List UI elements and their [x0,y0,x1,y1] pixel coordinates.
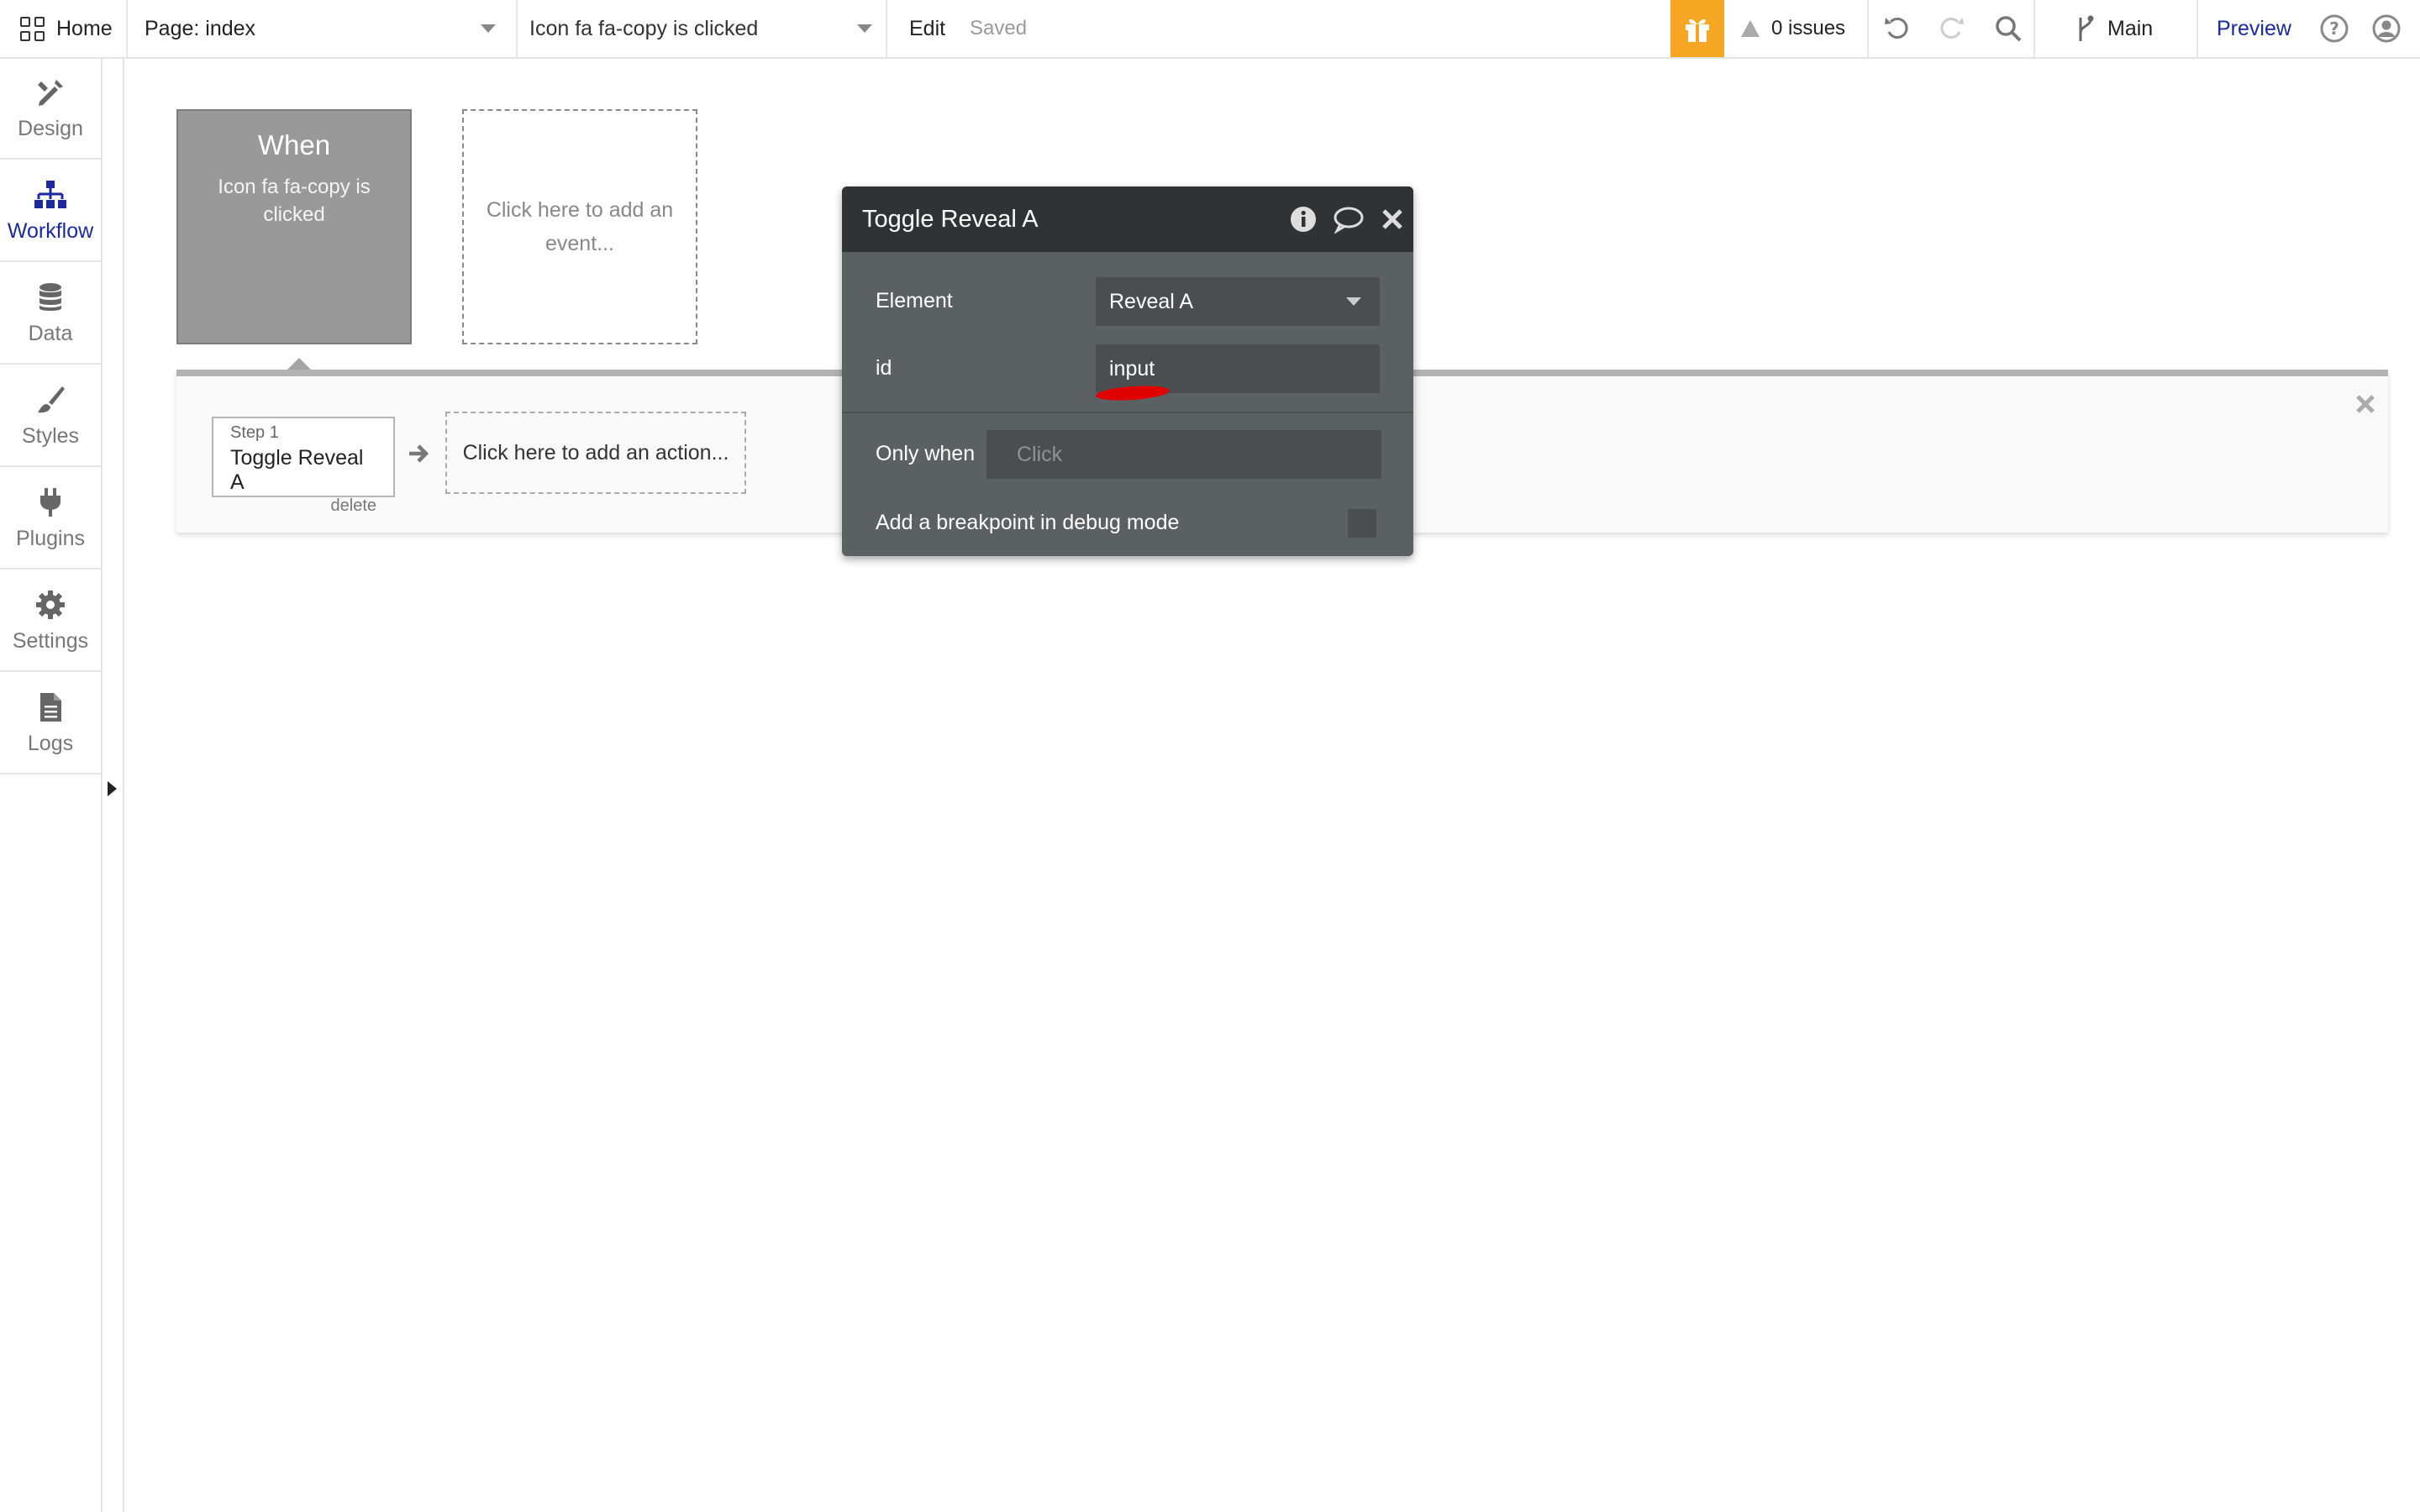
sidebar-item-label: Workflow [7,218,94,243]
issues-indicator[interactable]: 0 issues [1741,0,1845,57]
close-panel-button[interactable] [2353,391,2378,417]
sidebar-item-design[interactable]: Design [0,59,101,160]
warning-icon [1741,20,1760,37]
branch-selector[interactable]: Main [2074,0,2153,57]
element-dropdown-value: Reveal A [1109,289,1194,313]
divider [1867,0,1869,57]
save-status: Saved [970,17,1028,39]
divider [2033,0,2035,57]
event-selector-label: Icon fa fa-copy is clicked [529,16,759,40]
delete-step-link[interactable]: delete [230,496,377,516]
branch-label: Main [2107,16,2154,40]
sidebar-item-settings[interactable]: Settings [0,571,101,672]
workflow-icon [34,180,66,208]
divider [842,412,1413,413]
apps-grid-icon [20,16,45,41]
sidebar-item-styles[interactable]: Styles [0,366,101,467]
search-button[interactable] [1993,0,2023,57]
event-card-description: Icon fa fa-copy is clicked [218,176,371,226]
sidebar-item-label: Plugins [16,526,85,550]
design-icon [38,79,63,106]
edit-menu[interactable]: Edit [909,0,945,57]
branch-icon [2079,15,2094,41]
gear-icon [36,590,65,619]
comment-icon[interactable] [1333,205,1365,234]
gift-button[interactable] [1670,0,1724,57]
breakpoint-label: Add a breakpoint in debug mode [876,511,1180,534]
chevron-down-icon [1346,297,1361,306]
divider [123,59,124,1512]
event-card[interactable]: When Icon fa fa-copy is clicked [176,109,412,344]
close-icon[interactable] [1380,207,1405,232]
top-bar: Home Page: index Icon fa fa-copy is clic… [0,0,2420,59]
step-name: Toggle Reveal A [230,446,364,494]
editor-header[interactable]: Toggle Reveal A [842,186,1413,252]
sidebar-item-logs[interactable]: Logs [0,674,101,774]
editor-title: Toggle Reveal A [862,205,1039,233]
event-card-title: When [257,129,331,160]
only-when-placeholder: Click [1017,442,1063,466]
divider [126,0,128,57]
help-icon: ? [2320,14,2349,43]
undo-button[interactable] [1882,0,1912,57]
id-field-label: id [876,356,892,380]
page-selector[interactable]: Page: index [145,0,511,57]
sidebar-item-label: Styles [21,423,80,448]
left-sidebar: Design Workflow Data Styles Plugins Sett… [0,59,103,1512]
event-selector[interactable]: Icon fa fa-copy is clicked [529,0,872,57]
sidebar-item-data[interactable]: Data [0,264,101,365]
divider [2196,0,2198,57]
home-label: Home [56,16,113,40]
search-icon [1996,16,2022,42]
selected-event-pointer [287,358,311,370]
svg-text:?: ? [2329,18,2339,39]
sidebar-item-label: Design [18,116,83,140]
document-icon [40,692,61,722]
add-event-button[interactable]: Click here to add an event... [462,109,697,344]
only-when-label: Only when [876,442,976,465]
issues-label: 0 issues [1771,17,1846,39]
sidebar-item-workflow[interactable]: Workflow [0,161,101,262]
plug-icon [40,487,60,517]
breakpoint-checkbox[interactable] [1348,509,1376,538]
action-property-editor: Toggle Reveal A Element Reveal A id inpu… [842,186,1413,556]
arrow-right-icon [407,442,430,470]
sidebar-item-label: Logs [27,731,74,755]
only-when-input[interactable]: Click [986,430,1381,479]
id-input-value: input [1109,356,1155,381]
step-card[interactable]: Step 1 Toggle Reveal A delete [212,417,395,515]
close-icon [2356,395,2375,413]
redo-icon [1940,18,1964,39]
brush-icon [38,386,65,412]
add-action-button[interactable]: Click here to add an action... [445,412,746,494]
expand-panel-icon[interactable] [108,781,117,796]
divider [516,0,518,57]
redo-button[interactable] [1936,0,1966,57]
gift-icon [1686,18,1709,42]
chevron-down-icon [857,24,872,33]
sidebar-item-label: Settings [12,628,89,653]
element-dropdown[interactable]: Reveal A [1096,277,1380,326]
database-icon [39,282,61,311]
preview-button[interactable]: Preview [2217,0,2291,57]
step-number: Step 1 [230,423,279,442]
chevron-down-icon [481,24,496,33]
help-button[interactable]: ? [2319,0,2349,57]
account-button[interactable] [2371,0,2402,57]
user-icon [2372,14,2401,43]
home-button[interactable]: Home [20,0,113,57]
sidebar-item-label: Data [28,321,73,345]
sidebar-item-plugins[interactable]: Plugins [0,469,101,570]
page-selector-label: Page: index [145,16,256,40]
element-field-label: Element [876,289,953,312]
info-icon[interactable] [1289,205,1318,234]
divider [886,0,887,57]
undo-icon [1885,18,1908,39]
